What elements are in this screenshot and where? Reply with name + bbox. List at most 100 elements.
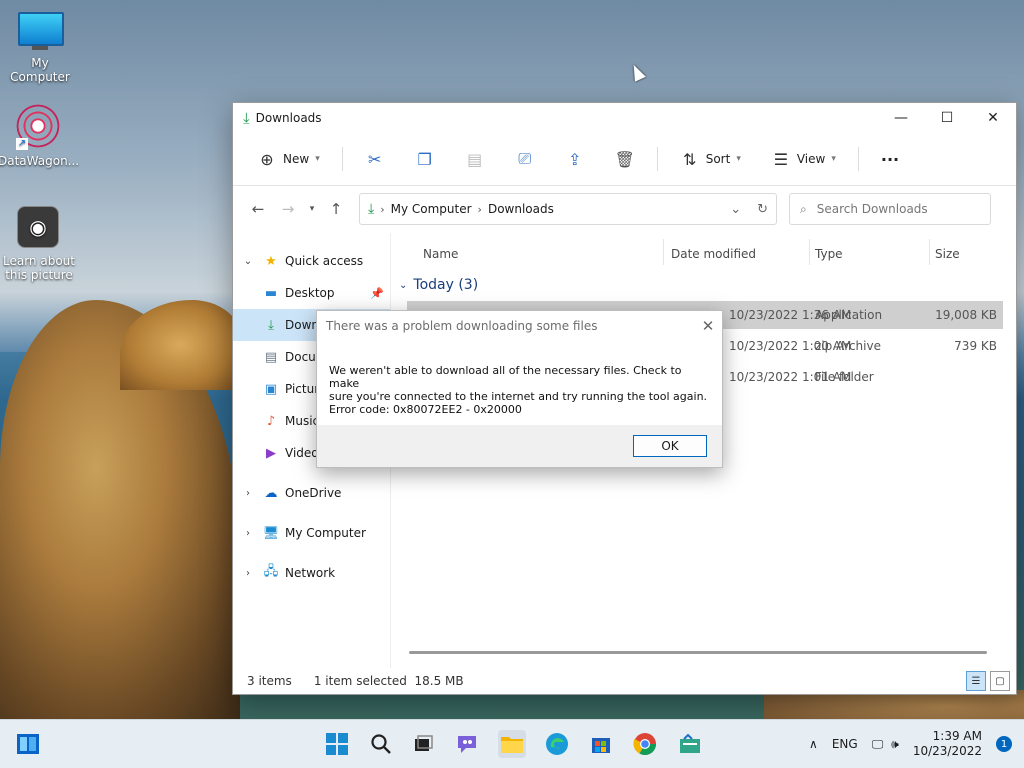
view-button[interactable]: ☰ View ▾: [763, 145, 844, 173]
new-button[interactable]: ⊕ New ▾: [249, 145, 328, 173]
cell-size: 19,008 KB: [935, 308, 997, 322]
horizontal-scrollbar[interactable]: [409, 651, 987, 654]
nav-onedrive[interactable]: › ☁ OneDrive: [233, 477, 390, 509]
back-button[interactable]: ←: [243, 194, 273, 224]
store-icon[interactable]: [587, 730, 615, 758]
edge-browser-icon[interactable]: [543, 730, 571, 758]
windows-start-icon[interactable]: [323, 730, 351, 758]
chrome-browser-icon[interactable]: [631, 730, 659, 758]
nav-label: Music: [285, 414, 320, 428]
chevron-right-icon[interactable]: ›: [241, 488, 255, 499]
column-divider[interactable]: [663, 239, 664, 265]
music-icon: ♪: [266, 413, 276, 429]
notification-badge[interactable]: 1: [996, 736, 1012, 752]
desktop-icon-datawagon[interactable]: ↗ DataWagon...: [0, 104, 79, 168]
nav-network[interactable]: › 🖧 Network: [233, 557, 390, 589]
sort-label: Sort: [705, 152, 731, 166]
title-bar[interactable]: ⤓ Downloads — ☐ ✕: [233, 103, 1016, 133]
up-button[interactable]: ↑: [321, 194, 351, 224]
nav-item-desktop[interactable]: ▬ Desktop 📌: [233, 277, 390, 309]
share-icon: ⇪: [568, 149, 582, 169]
quick-settings[interactable]: 🖵 🕪: [872, 737, 899, 752]
document-icon: ▤: [264, 349, 278, 365]
share-button[interactable]: ⇪: [557, 145, 593, 173]
delete-button[interactable]: 🗑: [607, 145, 643, 173]
chevron-down-icon: ▾: [831, 154, 836, 164]
shortcut-arrow-icon: ↗: [16, 138, 28, 150]
taskbar: ∧ ENG 🖵 🕪 1:39 AM 10/23/2022 1: [0, 719, 1024, 768]
dialog-message: We weren't able to download all of the n…: [317, 341, 722, 434]
address-bar[interactable]: ⤓ › My Computer › Downloads ⌄ ↻: [359, 193, 777, 225]
column-header-name[interactable]: Name: [423, 247, 458, 261]
cell-type: Application: [815, 308, 883, 322]
list-view-icon: ☰: [773, 149, 789, 169]
download-icon: ⤓: [268, 317, 274, 333]
paste-button[interactable]: ▤: [457, 145, 493, 173]
chat-icon[interactable]: [453, 730, 481, 758]
close-button[interactable]: ✕: [970, 103, 1016, 133]
chevron-right-icon[interactable]: ›: [241, 528, 255, 539]
address-dropdown-icon[interactable]: ⌄: [730, 202, 741, 217]
address-row: ← → ▾ ↑ ⤓ › My Computer › Downloads ⌄ ↻ …: [233, 186, 1016, 232]
chevron-up-icon[interactable]: ∧: [809, 737, 818, 751]
rename-icon: ⎚: [518, 149, 532, 168]
clipboard-icon: ▤: [467, 149, 483, 169]
dialog-footer: OK: [317, 425, 722, 467]
chevron-down-icon: ▾: [736, 154, 741, 164]
dialog-title-bar[interactable]: There was a problem downloading some fil…: [317, 311, 722, 341]
ok-button[interactable]: OK: [633, 435, 707, 457]
mouse-cursor-icon: [628, 62, 646, 82]
error-dialog: There was a problem downloading some fil…: [316, 310, 723, 468]
pin-icon: 📌: [370, 286, 384, 300]
column-divider[interactable]: [929, 239, 930, 265]
forward-button[interactable]: →: [273, 194, 303, 224]
nav-label: Network: [285, 566, 336, 580]
column-header-type[interactable]: Type: [815, 247, 843, 261]
column-divider[interactable]: [809, 239, 810, 265]
desktop-icon-learn-about-picture[interactable]: ◉ Learn about this picture: [0, 206, 80, 282]
dialog-message-line: We weren't able to download all of the n…: [329, 364, 682, 390]
more-options-button[interactable]: ···: [873, 146, 907, 173]
widgets-icon[interactable]: [14, 730, 42, 758]
refresh-icon[interactable]: ↻: [757, 202, 768, 217]
media-creation-tool-icon[interactable]: [676, 730, 704, 758]
maximize-button[interactable]: ☐: [924, 103, 970, 133]
search-placeholder: Search Downloads: [816, 202, 928, 216]
task-view-icon[interactable]: [409, 730, 437, 758]
sort-arrows-icon: ⇅: [683, 149, 697, 169]
chevron-right-icon[interactable]: ›: [241, 568, 255, 579]
copy-button[interactable]: ❐: [407, 145, 443, 173]
cut-button[interactable]: ✂: [357, 145, 393, 173]
chevron-down-icon[interactable]: ⌄: [241, 256, 255, 267]
minimize-button[interactable]: —: [878, 103, 924, 133]
computer-icon: 🖥: [262, 525, 280, 541]
command-bar: ⊕ New ▾ ✂ ❐ ▤ ⎚ ⇪ 🗑 ⇅ Sort ▾ ☰ View ▾ ··…: [233, 133, 1016, 186]
column-header-date[interactable]: Date modified: [671, 247, 756, 261]
file-explorer-icon[interactable]: [498, 730, 526, 758]
desktop-icon-my-computer[interactable]: My Computer: [0, 8, 80, 84]
search-box[interactable]: ⌕ Search Downloads: [789, 193, 991, 225]
group-header-today[interactable]: ⌄ Today (3): [399, 277, 478, 293]
clock[interactable]: 1:39 AM 10/23/2022: [913, 729, 982, 759]
dialog-close-icon[interactable]: ✕: [694, 317, 722, 335]
details-view-icon[interactable]: ☰: [966, 671, 986, 691]
search-icon: ⌕: [800, 201, 807, 216]
clock-time: 1:39 AM: [932, 729, 982, 743]
desktop-icon-label: My Computer: [10, 56, 70, 84]
rename-button[interactable]: ⎚: [507, 145, 543, 173]
search-icon[interactable]: [367, 730, 395, 758]
camera-icon: ◉: [17, 206, 61, 250]
download-icon: ⤓: [368, 201, 375, 217]
cloud-icon: ☁: [264, 485, 278, 501]
column-header-size[interactable]: Size: [935, 247, 960, 261]
sort-button[interactable]: ⇅ Sort ▾: [672, 145, 749, 173]
tiles-view-icon[interactable]: ▢: [990, 671, 1010, 691]
recent-locations-button[interactable]: ▾: [303, 194, 321, 224]
nav-quick-access[interactable]: ⌄ ★ Quick access: [233, 245, 390, 277]
cell-type: zip Archive: [815, 339, 881, 353]
breadcrumb-downloads[interactable]: Downloads: [488, 202, 554, 216]
language-indicator[interactable]: ENG: [832, 737, 858, 751]
nav-my-computer[interactable]: › 🖥 My Computer: [233, 517, 390, 549]
desktop-folder-icon: ▬: [264, 285, 278, 301]
breadcrumb-my-computer[interactable]: My Computer: [391, 202, 472, 216]
